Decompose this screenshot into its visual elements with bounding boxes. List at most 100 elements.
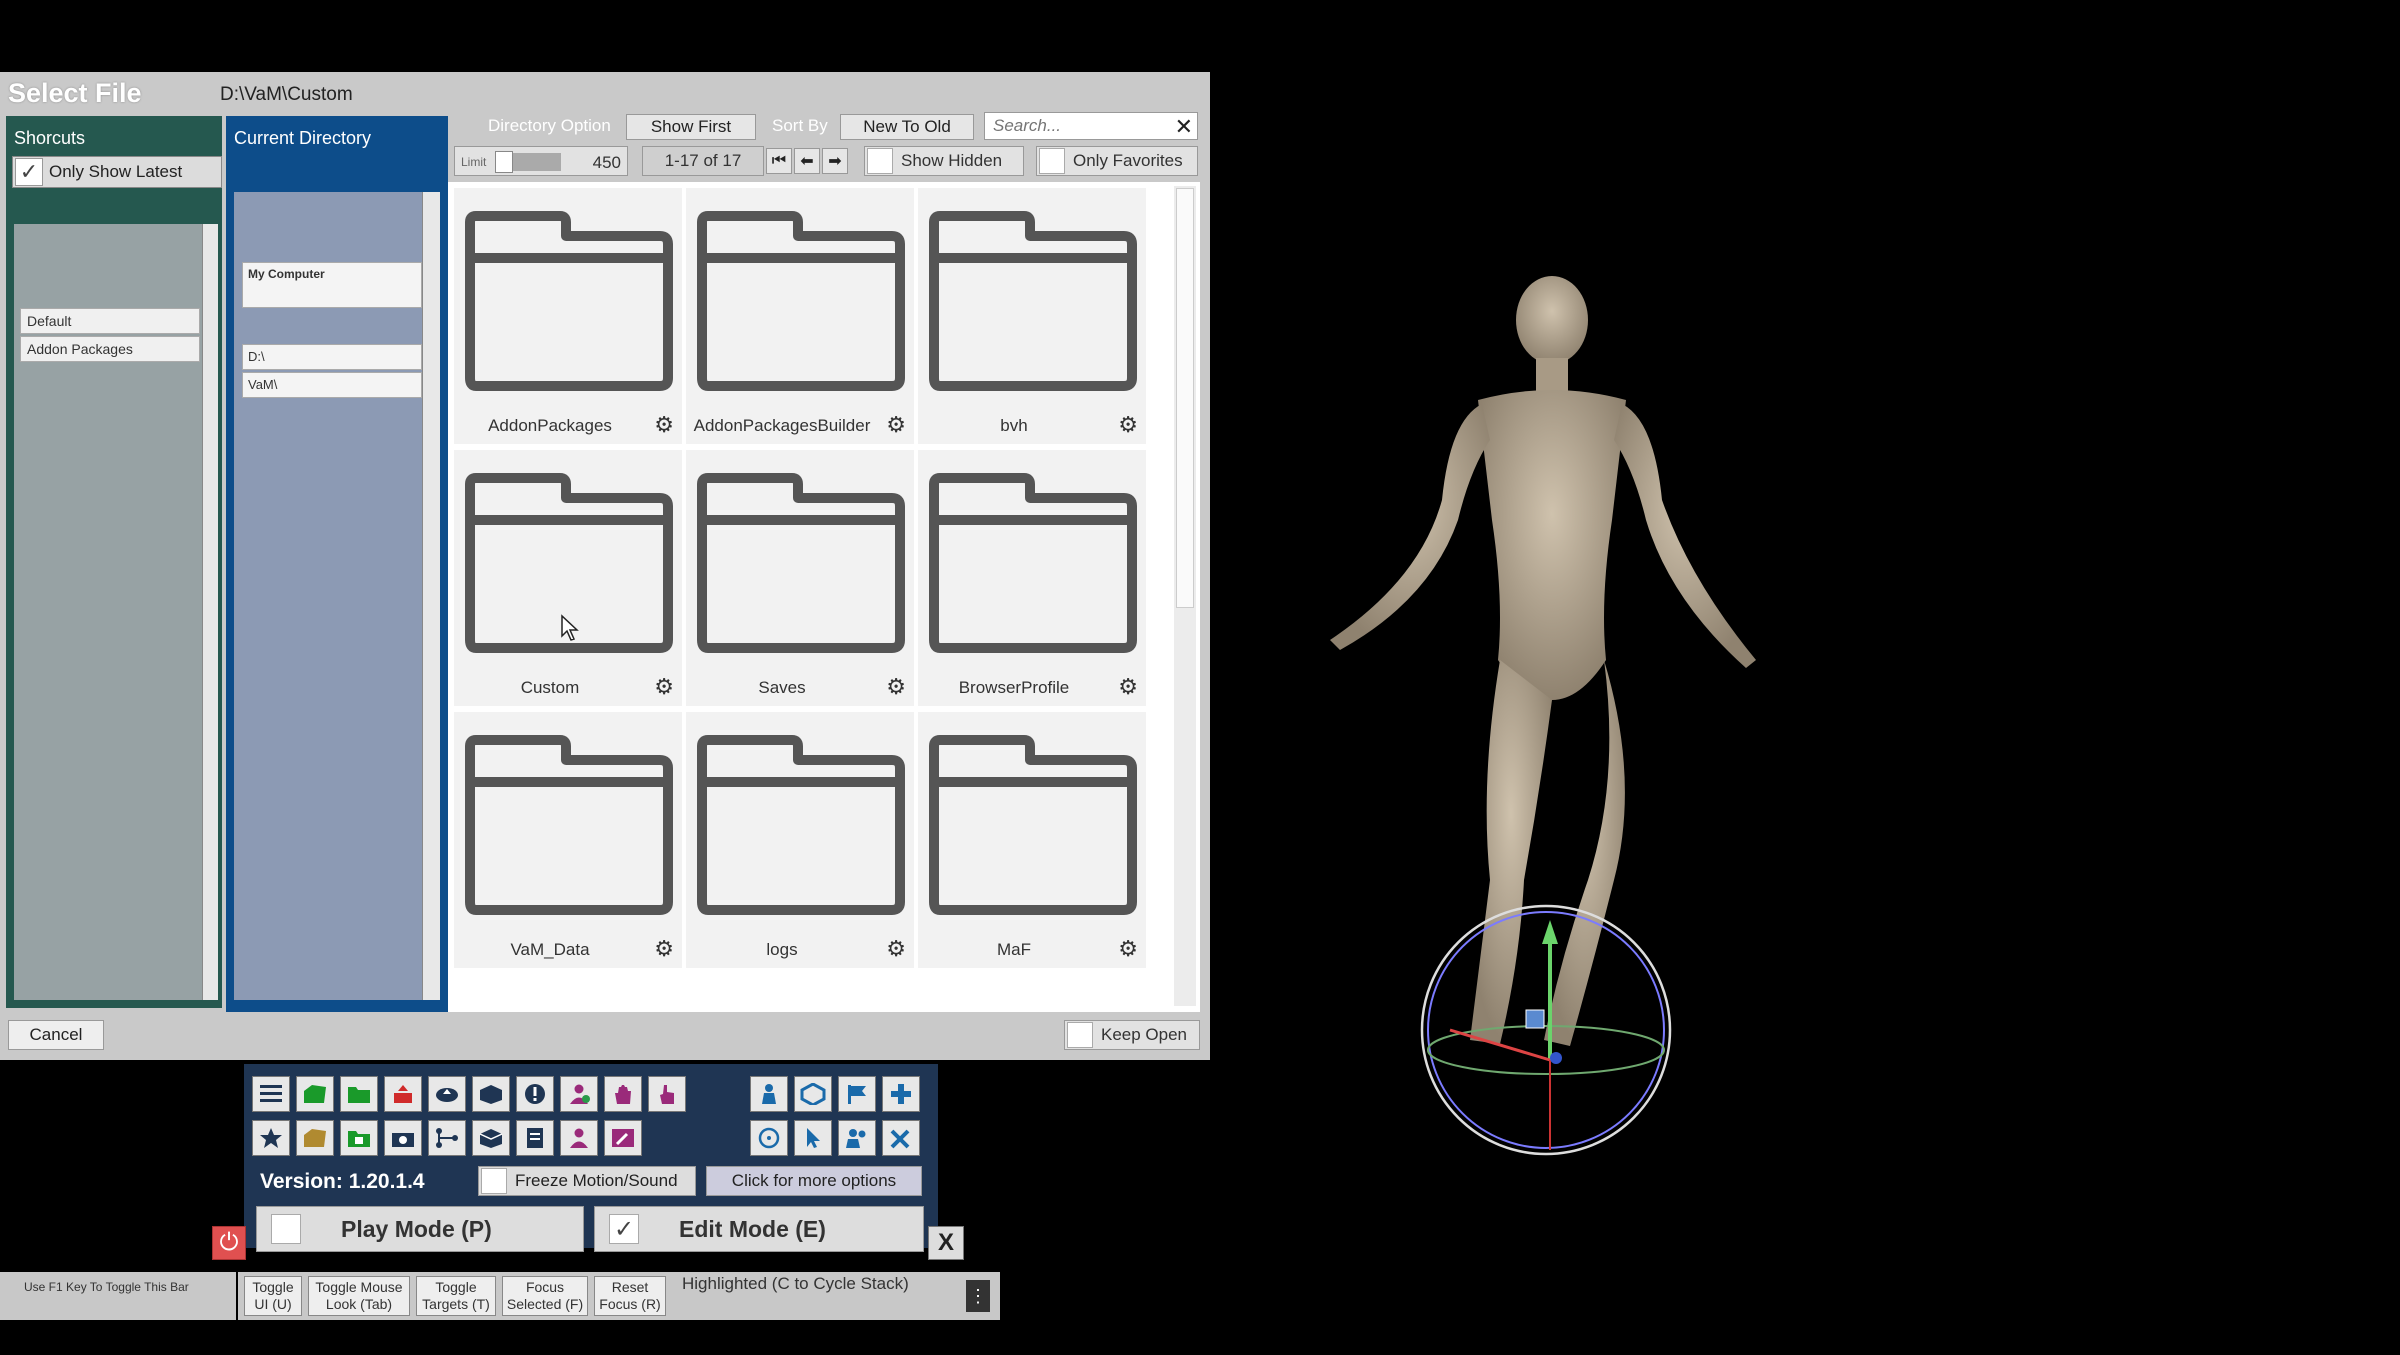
reset-focus-button[interactable]: Reset Focus (R) xyxy=(594,1276,666,1316)
limit-slider-handle[interactable] xyxy=(495,151,513,173)
scene-folder-icon[interactable] xyxy=(340,1120,378,1156)
folder-tile-browserprofile[interactable]: BrowserProfile ⚙ xyxy=(918,450,1146,706)
unity-logo-icon[interactable] xyxy=(794,1076,832,1112)
folder-tile-saves[interactable]: Saves ⚙ xyxy=(686,450,914,706)
file-grid-scrollbar[interactable] xyxy=(1174,186,1196,1006)
folder-name: Custom xyxy=(520,678,580,697)
power-icon[interactable]: ⏻ xyxy=(212,1226,246,1260)
cursor-select-icon[interactable] xyxy=(794,1120,832,1156)
file-grid-scroll-thumb[interactable] xyxy=(1176,188,1194,608)
folder-tile-custom[interactable]: Custom ⚙ xyxy=(454,450,682,706)
search-field[interactable]: ✕ xyxy=(984,112,1198,140)
tools-icon[interactable] xyxy=(882,1120,920,1156)
person-settings-icon[interactable] xyxy=(560,1120,598,1156)
only-favorites-checkbox[interactable] xyxy=(1039,148,1065,174)
gear-icon[interactable]: ⚙ xyxy=(886,412,906,438)
folder-tile-logs[interactable]: logs ⚙ xyxy=(686,712,914,968)
camera-icon[interactable] xyxy=(384,1120,422,1156)
freeze-motion-toggle[interactable]: Freeze Motion/Sound xyxy=(478,1166,696,1196)
save-scene-icon[interactable] xyxy=(384,1076,422,1112)
keep-open-checkbox[interactable] xyxy=(1067,1022,1093,1048)
gear-icon[interactable]: ⚙ xyxy=(1118,936,1138,962)
dialog-title: Select File xyxy=(8,78,142,108)
select-file-dialog: Select File D:\VaM\Custom Shorcuts ✓ Onl… xyxy=(0,72,1210,1060)
folder-tile-maf[interactable]: MaF ⚙ xyxy=(918,712,1146,968)
limit-label: Limit xyxy=(461,155,487,169)
gear-icon[interactable]: ⚙ xyxy=(1118,412,1138,438)
limit-slider[interactable] xyxy=(495,151,561,173)
gear-icon[interactable]: ⚙ xyxy=(654,674,674,700)
folder-icon xyxy=(465,735,673,915)
freeze-motion-checkbox[interactable] xyxy=(481,1168,507,1194)
first-page-icon[interactable]: ⏮ xyxy=(766,148,792,174)
star-icon[interactable] xyxy=(252,1120,290,1156)
file-grid: AddonPackages ⚙ AddonPackagesBuilder ⚙ b… xyxy=(448,182,1200,1012)
current-directory-scrollbar[interactable] xyxy=(422,192,440,1000)
pointer-hand-icon[interactable] xyxy=(648,1076,686,1112)
wrench-icon[interactable] xyxy=(604,1120,642,1156)
open-scene-icon[interactable] xyxy=(296,1076,334,1112)
folder-tile-vam-data[interactable]: VaM_Data ⚙ xyxy=(454,712,682,968)
focus-selected-button[interactable]: Focus Selected (F) xyxy=(502,1276,588,1316)
more-options-button[interactable]: Click for more options xyxy=(706,1166,922,1196)
alert-icon[interactable] xyxy=(516,1076,554,1112)
close-panel-button[interactable]: X xyxy=(928,1226,964,1260)
shortcuts-scrollbar[interactable] xyxy=(202,224,218,1000)
shortcut-item-addon-packages[interactable]: Addon Packages xyxy=(20,336,200,362)
check-icon[interactable]: ✓ xyxy=(609,1214,639,1244)
only-favorites-toggle[interactable]: Only Favorites xyxy=(1036,146,1198,176)
gear-icon[interactable]: ⚙ xyxy=(886,674,906,700)
play-mode-toggle[interactable]: Play Mode (P) xyxy=(256,1206,584,1252)
play-mode-checkbox[interactable] xyxy=(271,1214,301,1244)
cancel-button[interactable]: Cancel xyxy=(8,1020,104,1050)
toggle-targets-button[interactable]: Toggle Targets (T) xyxy=(416,1276,496,1316)
figure-model[interactable] xyxy=(1210,0,2400,1350)
sort-order-select[interactable]: New To Old xyxy=(840,114,974,140)
directory-item-vam[interactable]: VaM\ xyxy=(242,372,422,398)
more-vertical-icon[interactable]: ⋮ xyxy=(966,1280,990,1312)
mouse-cursor-icon xyxy=(561,614,579,641)
folder-tile-addonpackages[interactable]: AddonPackages ⚙ xyxy=(454,188,682,444)
search-input[interactable] xyxy=(985,113,1165,139)
directory-item-d-drive[interactable]: D:\ xyxy=(242,344,422,370)
previous-page-icon[interactable]: ⬅ xyxy=(794,148,820,174)
shortcut-item-default[interactable]: Default xyxy=(20,308,200,334)
gear-icon[interactable]: ⚙ xyxy=(886,936,906,962)
only-show-latest-toggle[interactable]: ✓ Only Show Latest xyxy=(12,156,222,188)
folder-tile-bvh[interactable]: bvh ⚙ xyxy=(918,188,1146,444)
toggle-mouse-look-button[interactable]: Toggle Mouse Look (Tab) xyxy=(308,1276,410,1316)
people-icon[interactable] xyxy=(838,1120,876,1156)
add-person-icon[interactable] xyxy=(560,1076,598,1112)
show-first-button[interactable]: Show First xyxy=(626,114,756,140)
keep-open-toggle[interactable]: Keep Open xyxy=(1064,1020,1200,1050)
scene-viewport[interactable] xyxy=(1210,0,2400,1350)
branch-icon[interactable] xyxy=(428,1120,466,1156)
close-icon[interactable]: ✕ xyxy=(1175,114,1193,140)
target-icon[interactable] xyxy=(750,1120,788,1156)
folder-icon[interactable] xyxy=(340,1076,378,1112)
open-template-icon[interactable] xyxy=(296,1120,334,1156)
hand-icon[interactable] xyxy=(604,1076,642,1112)
gear-icon[interactable]: ⚙ xyxy=(1118,674,1138,700)
play-mode-label: Play Mode (P) xyxy=(341,1215,492,1242)
document-icon[interactable] xyxy=(516,1120,554,1156)
add-icon[interactable] xyxy=(882,1076,920,1112)
packages-icon[interactable] xyxy=(472,1120,510,1156)
person-icon[interactable] xyxy=(750,1076,788,1112)
check-icon[interactable]: ✓ xyxy=(15,158,43,186)
package-icon[interactable] xyxy=(472,1076,510,1112)
toggle-ui-button[interactable]: Toggle UI (U) xyxy=(244,1276,302,1316)
hotkey-line1: Toggle Mouse xyxy=(315,1279,403,1295)
flag-icon[interactable] xyxy=(838,1076,876,1112)
hotkey-line2: UI (U) xyxy=(254,1296,292,1312)
show-hidden-checkbox[interactable] xyxy=(867,148,893,174)
show-hidden-toggle[interactable]: Show Hidden xyxy=(864,146,1024,176)
next-page-icon[interactable]: ➡ xyxy=(822,148,848,174)
gear-icon[interactable]: ⚙ xyxy=(654,936,674,962)
folder-tile-addonpackagesbuilder[interactable]: AddonPackagesBuilder ⚙ xyxy=(686,188,914,444)
edit-mode-toggle[interactable]: ✓ Edit Mode (E) xyxy=(594,1206,924,1252)
gear-icon[interactable]: ⚙ xyxy=(654,412,674,438)
menu-icon[interactable] xyxy=(252,1076,290,1112)
directory-item-my-computer[interactable]: My Computer xyxy=(242,262,422,308)
cloud-upload-icon[interactable] xyxy=(428,1076,466,1112)
